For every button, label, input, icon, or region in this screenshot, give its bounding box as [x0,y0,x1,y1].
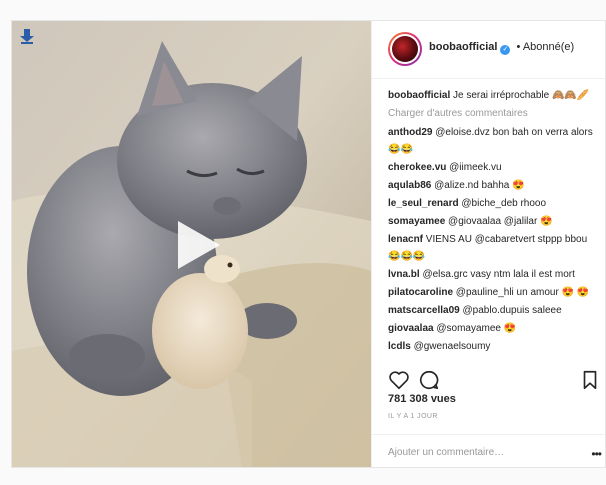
author-username[interactable]: boobaofficial [429,41,497,53]
heart-icon[interactable] [388,369,410,391]
post-date: IL Y A 1 JOUR [388,413,438,420]
comment-text: @biche_deb rhooo [461,198,547,209]
header-line: boobaofficial ✓ • Abonné(e) [429,41,574,55]
list-item: cherokee.vu @iimeek.vu [388,159,601,176]
comment-username[interactable]: pilatocaroline [388,287,453,298]
follow-status[interactable]: • Abonné(e) [517,41,575,53]
comment-username[interactable]: le_seul_renard [388,198,459,209]
caption: boobaofficial Je serai irréprochable 🙈🙈🥖 [388,87,601,104]
list-item: lenacnf VIENS AU @cabaretvert stppp bbou… [388,231,601,265]
comment-text: @pauline_hli un amour 😍 😍 [455,287,590,298]
action-bar [388,369,605,391]
comment-username[interactable]: aqulab86 [388,180,431,191]
list-item: lvna.bl @elsa.grc vasy ntm lala il est m… [388,266,601,283]
comment-text: @iimeek.vu [449,162,502,173]
list-item: pilatocaroline @pauline_hli un amour 😍 😍 [388,284,601,301]
instagram-post: boobaofficial ✓ • Abonné(e) boobaofficial… [11,20,606,468]
download-icon[interactable] [18,27,36,45]
list-item: giovaalaa @somayamee 😍 [388,320,601,337]
list-item: le_seul_renard @biche_deb rhooo [388,195,601,212]
play-icon[interactable] [168,217,224,273]
list-item: aqulab86 @alize.nd bahha 😍 [388,177,601,194]
comment-text: @elsa.grc vasy ntm lala il est mort [422,269,575,280]
add-comment-input[interactable]: Ajouter un commentaire… [388,447,504,458]
comment-text: @giovaalaa @jalilar 😍 [448,216,553,227]
list-item: somayamee @giovaalaa @jalilar 😍 [388,213,601,230]
comment-text: @somayamee 😍 [436,323,517,334]
load-more-comments-button[interactable]: Charger d'autres commentaires [388,105,601,122]
view-count[interactable]: 781 308 vues [388,393,456,405]
post-header: boobaofficial ✓ • Abonné(e) [372,21,605,79]
comment-icon[interactable] [418,369,440,391]
caption-text: Je serai irréprochable 🙈🙈🥖 [453,90,590,101]
comment-username[interactable]: lenacnf [388,234,423,245]
avatar[interactable] [388,32,422,66]
comment-username[interactable]: lvna.bl [388,269,420,280]
comment-text: @pablo.dupuis saleee [462,305,562,316]
caption-username[interactable]: boobaofficial [388,90,450,101]
post-sidebar: boobaofficial ✓ • Abonné(e) boobaofficial… [371,21,605,467]
comment-username[interactable]: giovaalaa [388,323,434,334]
list-item: matscarcella09 @pablo.dupuis saleee [388,302,601,319]
more-options-icon[interactable]: ••• [591,447,602,461]
comment-text: @alize.nd bahha 😍 [434,180,525,191]
post-video[interactable] [12,21,371,467]
verified-badge-icon: ✓ [500,45,511,55]
comment-username[interactable]: somayamee [388,216,445,227]
comment-username[interactable]: cherokee.vu [388,162,446,173]
list-item: anthod29 @eloise.dvz bon bah on verra al… [388,124,601,158]
comment-text: @gwenaelsoumy [413,341,491,352]
list-item: lcdls @gwenaelsoumy [388,338,601,355]
comment-username[interactable]: lcdls [388,341,411,352]
bookmark-icon[interactable] [579,369,601,391]
comment-username[interactable]: anthod29 [388,127,432,138]
comment-username[interactable]: matscarcella09 [388,305,460,316]
add-comment-section: Ajouter un commentaire… ••• [372,434,605,467]
comments-list[interactable]: boobaofficial Je serai irréprochable 🙈🙈🥖… [388,87,601,359]
